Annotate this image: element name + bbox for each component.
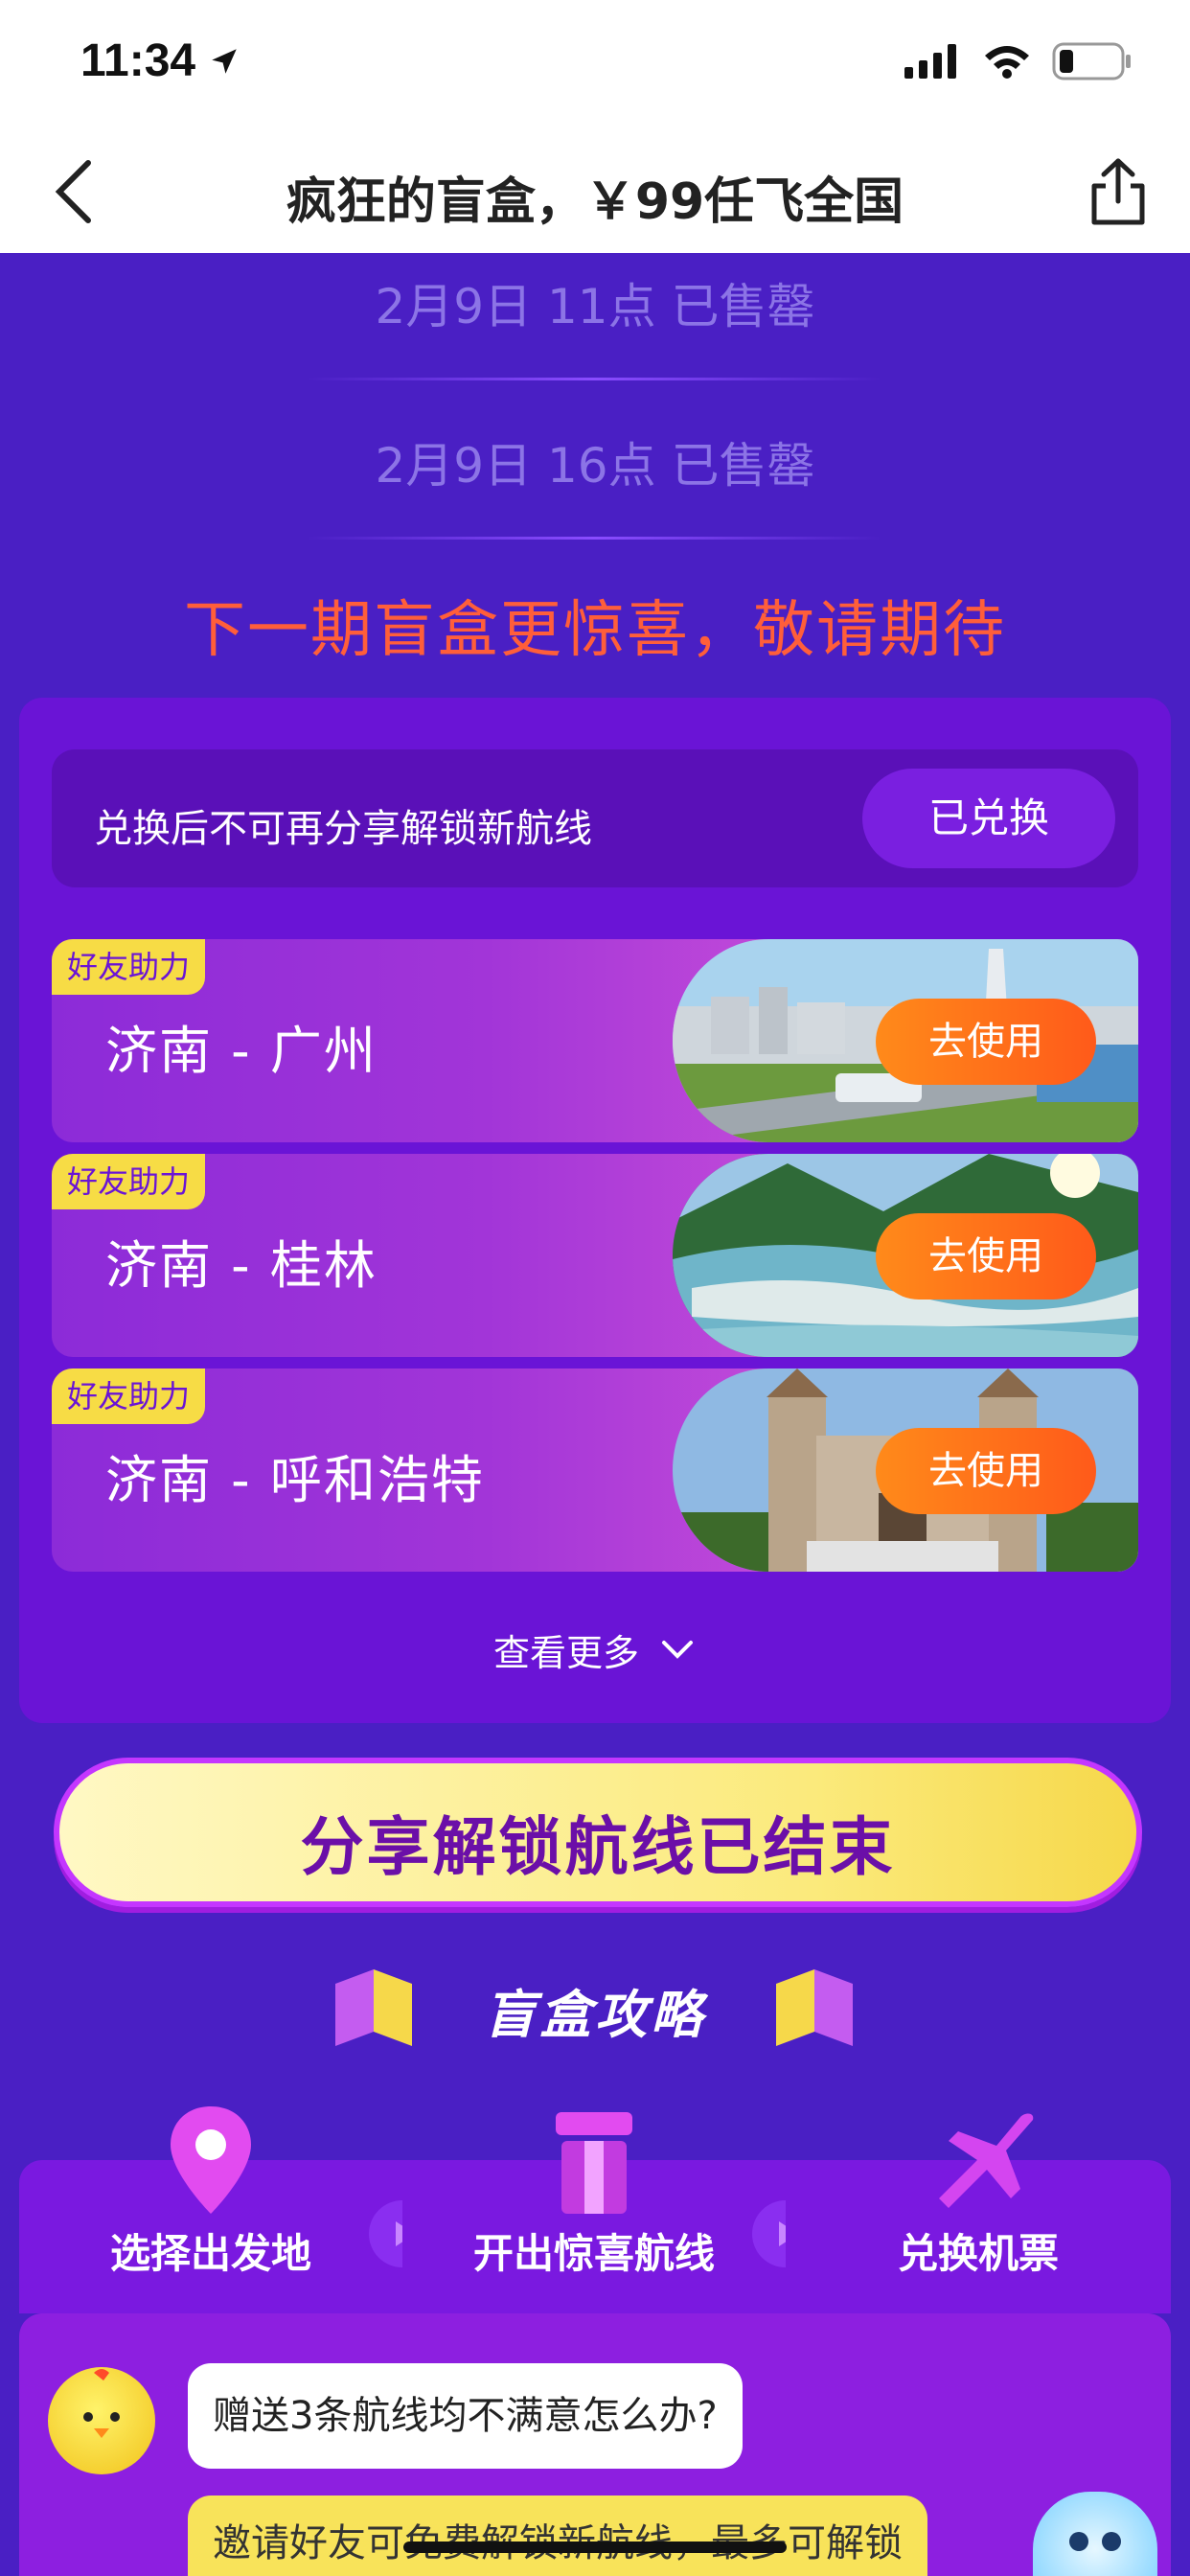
route-card[interactable]: 济南 - 呼和浩特 好友助力 去使用 (52, 1368, 1138, 1572)
status-icons (904, 42, 1133, 80)
see-more-link[interactable]: 查看更多 (19, 1623, 1171, 1676)
friend-assist-tag: 好友助力 (52, 1368, 205, 1424)
chevron-down-icon (662, 1641, 694, 1659)
divider (307, 537, 881, 540)
step-label: 开出惊喜航线 (472, 2230, 715, 2277)
divider (307, 378, 881, 380)
redeemed-button[interactable]: 已兑换 (862, 769, 1115, 868)
route-card[interactable]: 济南 - 广州 好友助力 去使用 (52, 939, 1138, 1142)
status-time: 11:34 (80, 34, 240, 87)
step-redeem-ticket: 兑换机票 (786, 2113, 1171, 2313)
see-more-label: 查看更多 (492, 1632, 639, 1674)
step-label: 选择出发地 (109, 2230, 311, 2277)
wifi-icon (985, 46, 1029, 79)
sold-out-row: 2月9日 16点 已售罄 (375, 438, 815, 494)
share-icon (1091, 158, 1145, 225)
signal-icon (904, 44, 956, 79)
use-button[interactable]: 去使用 (876, 1428, 1096, 1514)
route-name: 济南 - 呼和浩特 (105, 1450, 485, 1510)
friend-assist-tag: 好友助力 (52, 939, 205, 995)
faq-question: 赠送3条航线均不满意怎么办? (188, 2363, 743, 2469)
route-name: 济南 - 广州 (105, 1021, 378, 1081)
robot-mascot (1033, 2492, 1157, 2576)
step-open-route: 开出惊喜航线 (402, 2112, 786, 2313)
chick-avatar (48, 2367, 155, 2474)
use-button[interactable]: 去使用 (876, 999, 1096, 1085)
location-arrow-icon (212, 49, 238, 74)
nav-bar: 疯狂的盲盒，￥99任飞全国 (0, 126, 1190, 253)
route-panel: 兑换后不可再分享解锁新航线 已兑换 济南 - 广州 好友助力 去使用 济南 - … (19, 698, 1171, 1723)
blind-box-cube-icon (776, 1969, 853, 2046)
share-ended-button[interactable]: 分享解锁航线已结束 (54, 1758, 1142, 1907)
step-label: 兑换机票 (897, 2230, 1059, 2277)
friend-assist-tag: 好友助力 (52, 1154, 205, 1209)
location-pin-icon (171, 2106, 251, 2214)
route-card[interactable]: 济南 - 桂林 好友助力 去使用 (52, 1154, 1138, 1357)
blind-box-icon (556, 2112, 632, 2214)
status-bar: 11:34 (0, 0, 1190, 126)
faq-answer: 邀请好友可免费解锁新航线，最多可解锁 (188, 2496, 927, 2576)
page-title: 疯狂的盲盒，￥99任飞全国 (286, 173, 904, 231)
share-button[interactable] (1085, 155, 1152, 228)
next-period-notice: 下一期盲盒更惊喜，敬请期待 (184, 595, 1006, 666)
step-select-departure: 选择出发地 (19, 2106, 402, 2313)
status-time-text: 11:34 (80, 35, 196, 86)
airplane-icon (939, 2113, 1034, 2208)
battery-icon (1052, 42, 1131, 80)
strategy-steps: 选择出发地 开出惊喜航线 兑换机票 (19, 2106, 1171, 2313)
redeem-notice: 兑换后不可再分享解锁新航线 (94, 807, 592, 851)
redeem-bar: 兑换后不可再分享解锁新航线 已兑换 (52, 749, 1138, 887)
strategy-title: 盲盒攻略 (484, 1985, 706, 2045)
route-name: 济南 - 桂林 (105, 1235, 378, 1296)
use-button[interactable]: 去使用 (876, 1213, 1096, 1300)
sold-out-row: 2月9日 11点 已售罄 (375, 279, 815, 334)
share-ended-label: 分享解锁航线已结束 (300, 1810, 896, 1884)
home-indicator (403, 2542, 787, 2553)
faq-section: 赠送3条航线均不满意怎么办? 邀请好友可免费解锁新航线，最多可解锁 (19, 2313, 1171, 2576)
